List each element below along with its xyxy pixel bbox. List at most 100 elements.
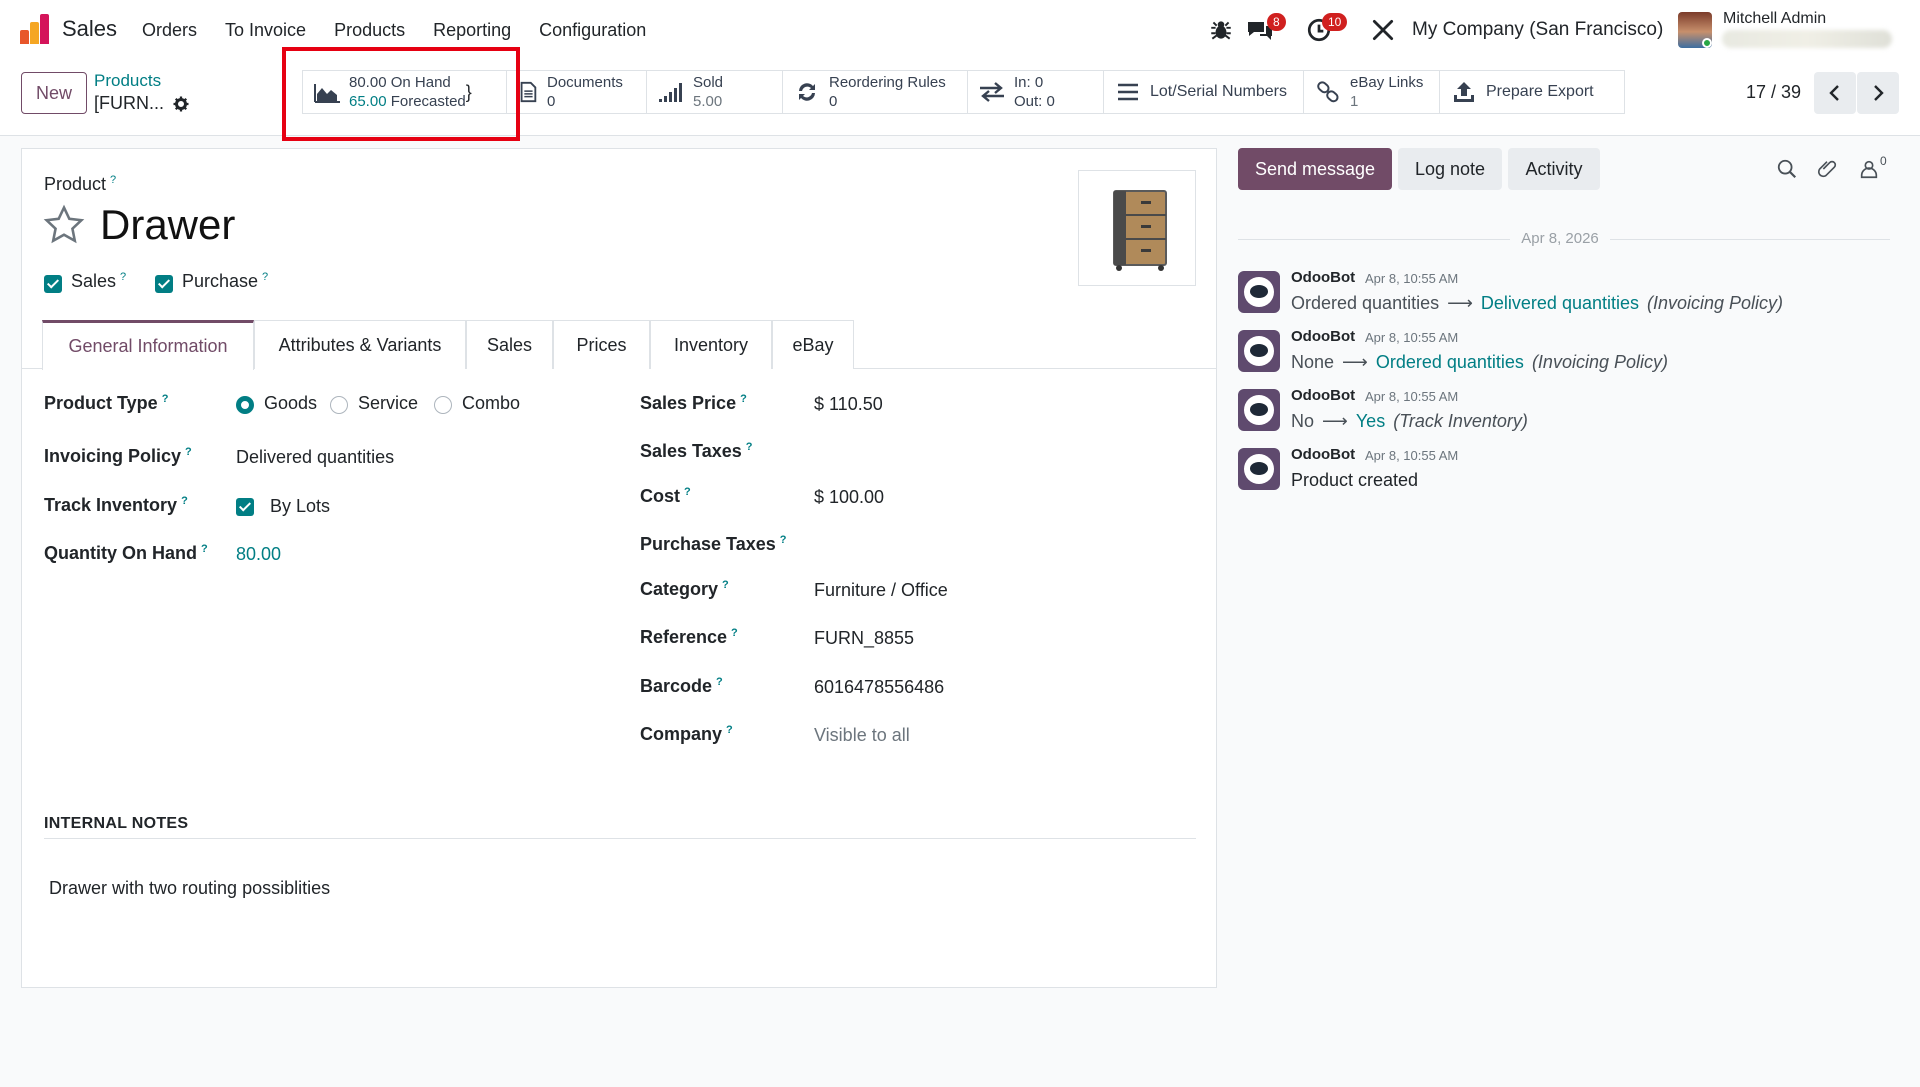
- odoobot-avatar[interactable]: [1238, 330, 1280, 372]
- new-button[interactable]: New: [21, 72, 87, 114]
- ebay-links-button[interactable]: eBay Links 1: [1304, 71, 1440, 113]
- log-note-button[interactable]: Log note: [1398, 148, 1502, 190]
- tracked-field: (Invoicing Policy): [1647, 293, 1784, 313]
- search-icon[interactable]: [1776, 158, 1798, 180]
- product-image[interactable]: [1078, 170, 1196, 286]
- type-goods-radio[interactable]: [236, 396, 254, 414]
- drawer-cabinet-image: [1113, 190, 1167, 271]
- reordering-rules-button[interactable]: Reordering Rules 0: [783, 71, 968, 113]
- message-author[interactable]: OdooBot: [1291, 387, 1355, 404]
- documents-button[interactable]: Documents 0: [507, 71, 647, 113]
- internal-notes-field[interactable]: Drawer with two routing possiblities: [49, 878, 330, 899]
- quantity-on-hand-value[interactable]: 80.00: [236, 544, 281, 565]
- odoobot-avatar[interactable]: [1238, 389, 1280, 431]
- tab-attributes-variants[interactable]: Attributes & Variants: [254, 320, 466, 369]
- old-value: None: [1291, 352, 1335, 372]
- track-inventory-checkbox[interactable]: [236, 498, 254, 516]
- message-body: Ordered quantities ⟶ Delivered quantities (…: [1291, 293, 1783, 314]
- quantity-on-hand-label: Quantity On Hand?: [44, 543, 208, 563]
- purchase-checkbox-label: Purchase?: [182, 271, 269, 291]
- document-icon: [520, 81, 537, 103]
- on-hand-button[interactable]: 80.00 On Hand 65.00 Forecasted }: [303, 71, 507, 113]
- purchase-checkbox[interactable]: [155, 275, 173, 293]
- tools-icon[interactable]: [1370, 17, 1396, 43]
- activity-button[interactable]: Activity: [1508, 148, 1600, 190]
- category-field[interactable]: Furniture / Office: [814, 580, 948, 601]
- list-icon: [1118, 83, 1138, 101]
- export-label: Prepare Export: [1486, 83, 1594, 100]
- chatter-message: OdooBot Apr 8, 10:55 AM None ⟶ Ordered qua…: [1238, 328, 1898, 384]
- tab-prices[interactable]: Prices: [553, 320, 650, 369]
- tracked-field: (Track Inventory): [1393, 411, 1528, 431]
- user-name[interactable]: Mitchell Admin: [1723, 10, 1826, 28]
- on-hand-value: 80.00: [349, 74, 387, 91]
- menu-orders[interactable]: Orders: [142, 20, 197, 41]
- lot-serial-button[interactable]: Lot/Serial Numbers: [1104, 71, 1304, 113]
- tab-sales[interactable]: Sales: [466, 320, 553, 369]
- type-service-radio[interactable]: [330, 396, 348, 414]
- type-combo-radio[interactable]: [434, 396, 452, 414]
- cost-field[interactable]: $ 100.00: [814, 487, 884, 508]
- tab-ebay[interactable]: eBay: [772, 320, 854, 369]
- chatter-message: OdooBot Apr 8, 10:55 AM Ordered quantiti…: [1238, 269, 1898, 325]
- internal-notes-header: INTERNAL NOTES: [44, 815, 189, 832]
- forecasted-label: Forecasted: [390, 93, 466, 110]
- send-message-button[interactable]: Send message: [1238, 148, 1392, 190]
- followers-icon[interactable]: [1858, 158, 1880, 180]
- sales-price-field[interactable]: $ 110.50: [814, 394, 883, 415]
- online-status-dot: [1702, 38, 1712, 48]
- menu-products[interactable]: Products: [334, 20, 405, 41]
- type-goods-label: Goods: [264, 393, 318, 413]
- message-body: None ⟶ Ordered quantities (Invoicing Policy…: [1291, 352, 1668, 373]
- arrow-right-icon: ⟶: [1322, 411, 1348, 431]
- message-author[interactable]: OdooBot: [1291, 328, 1355, 345]
- breadcrumb-products[interactable]: Products: [94, 71, 161, 91]
- message-time: Apr 8, 10:55 AM: [1365, 389, 1459, 404]
- lots-label: Lot/Serial Numbers: [1150, 83, 1287, 100]
- new-value: Ordered quantities: [1375, 352, 1524, 372]
- favorite-star-icon[interactable]: [42, 203, 86, 247]
- smart-buttons: 80.00 On Hand 65.00 Forecasted } Documen…: [302, 70, 1625, 114]
- prepare-export-button[interactable]: Prepare Export: [1440, 71, 1624, 113]
- menu-reporting[interactable]: Reporting: [433, 20, 511, 41]
- sales-app-icon[interactable]: [20, 14, 50, 44]
- message-author[interactable]: OdooBot: [1291, 269, 1355, 286]
- tab-general-information[interactable]: General Information: [42, 320, 254, 370]
- activities-badge: 10: [1322, 13, 1348, 31]
- message-time: Apr 8, 10:55 AM: [1365, 330, 1459, 345]
- product-name[interactable]: Drawer: [100, 201, 235, 249]
- gear-icon[interactable]: [172, 95, 190, 113]
- track-inventory-label: Track Inventory?: [44, 495, 188, 515]
- paperclip-icon[interactable]: [1816, 158, 1838, 180]
- ebay-value: 1: [1350, 93, 1359, 110]
- company-field[interactable]: Visible to all: [814, 725, 910, 746]
- message-body: Product created: [1291, 470, 1419, 490]
- pager-previous-button[interactable]: [1814, 72, 1856, 114]
- menu-to-invoice[interactable]: To Invoice: [225, 20, 306, 41]
- sold-label: Sold: [693, 74, 724, 91]
- signal-bars-icon: [659, 83, 682, 102]
- reference-field[interactable]: FURN_8855: [814, 628, 914, 649]
- user-avatar[interactable]: [1678, 12, 1712, 48]
- followers-count: 0: [1880, 154, 1887, 168]
- app-name[interactable]: Sales: [62, 16, 117, 42]
- message-body: No ⟶ Yes (Track Inventory): [1291, 411, 1528, 432]
- messages-badge: 8: [1267, 13, 1286, 31]
- pager-value[interactable]: 17 / 39: [1746, 82, 1801, 103]
- barcode-field[interactable]: 6016478556486: [814, 677, 944, 698]
- upload-icon: [1454, 82, 1474, 102]
- sales-checkbox[interactable]: [44, 275, 62, 293]
- invoicing-policy-field[interactable]: Delivered quantities: [236, 447, 394, 468]
- pager-next-button[interactable]: [1857, 72, 1899, 114]
- tab-inventory[interactable]: Inventory: [650, 320, 772, 369]
- odoobot-avatar[interactable]: [1238, 448, 1280, 490]
- in-out-button[interactable]: In: 0 Out: 0: [968, 71, 1104, 113]
- message-author[interactable]: OdooBot: [1291, 446, 1355, 463]
- tracking-by-lots[interactable]: By Lots: [270, 496, 330, 517]
- date-separator: Apr 8, 2026: [1238, 230, 1890, 250]
- menu-configuration[interactable]: Configuration: [539, 20, 646, 41]
- odoobot-avatar[interactable]: [1238, 271, 1280, 313]
- sold-button[interactable]: Sold 5.00: [647, 71, 783, 113]
- bug-icon[interactable]: [1208, 17, 1234, 43]
- company-switcher[interactable]: My Company (San Francisco): [1412, 19, 1663, 41]
